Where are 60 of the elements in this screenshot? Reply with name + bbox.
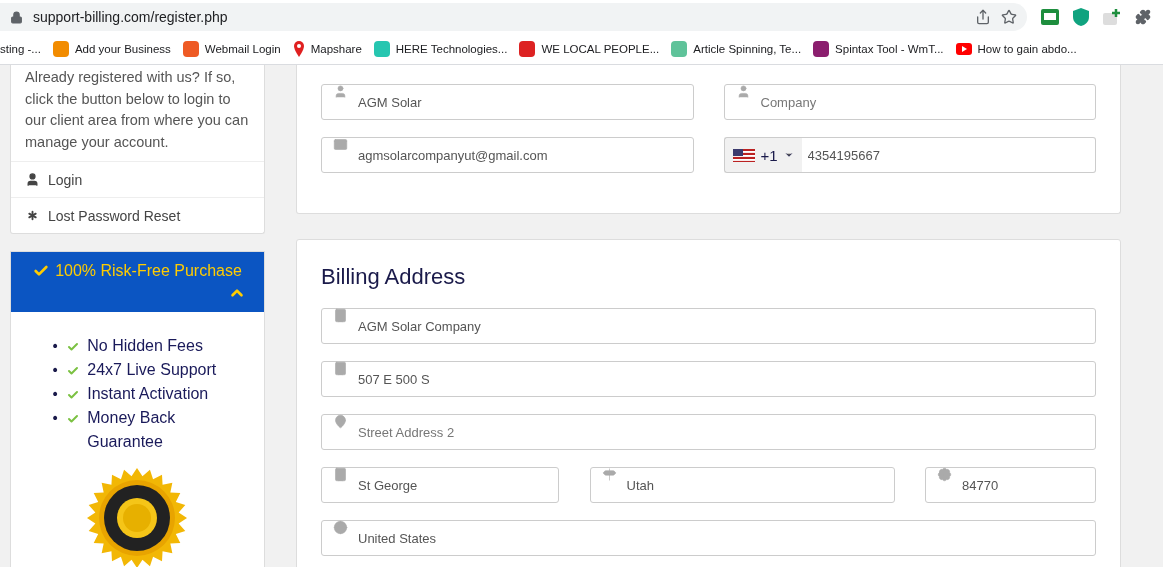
input-field[interactable]: St George <box>321 467 559 503</box>
section-title: Billing Address <box>321 264 467 290</box>
input-field[interactable]: Company <box>723 84 1096 120</box>
bookmark[interactable]: How to gain abdo... <box>955 43 1077 55</box>
bookmark-icon <box>373 41 390 57</box>
check-icon <box>67 365 80 377</box>
input-field[interactable]: agmsolarcompanyut@gmail.com <box>321 137 694 173</box>
sidebar-link[interactable]: Lost Password Reset <box>11 197 264 233</box>
feature-item: 24x7 Live Support <box>87 360 218 380</box>
bullet: • <box>51 385 60 404</box>
bookmark[interactable]: Mapshare <box>292 41 362 57</box>
bullet: • <box>51 409 60 428</box>
pin-icon <box>333 414 348 429</box>
sidebar-link[interactable]: Login <box>11 161 264 197</box>
bookmark-icon <box>52 41 69 57</box>
share-icon[interactable] <box>975 9 991 25</box>
extensions-icon[interactable] <box>1135 9 1151 25</box>
plus-icon[interactable] <box>1103 9 1121 25</box>
user-icon <box>735 84 751 99</box>
asterisk-icon <box>25 208 40 223</box>
bookmark-icon <box>519 41 536 57</box>
bullet: • <box>51 337 60 356</box>
input-field[interactable]: Utah <box>589 467 895 503</box>
bookmark-icon <box>813 41 830 57</box>
input-field[interactable]: United States <box>321 520 1096 556</box>
address-bar[interactable]: support-billing.com/register.php <box>0 3 1027 31</box>
check-icon <box>67 389 80 401</box>
input-field[interactable]: 84770 <box>925 467 1096 503</box>
bookmark[interactable]: Webmail Login <box>182 41 281 57</box>
input-field[interactable]: Street Address 2 <box>321 414 1096 450</box>
check-icon <box>33 263 50 279</box>
feature-item: Money Back Guarantee <box>87 408 177 452</box>
bookmark[interactable]: HERE Technologies... <box>373 41 508 57</box>
input-field[interactable]: AGM Solar <box>321 84 694 120</box>
check-icon <box>67 341 80 353</box>
bookmark[interactable]: WE LOCAL PEOPLE... <box>519 41 660 57</box>
bookmark[interactable]: Add your Business <box>52 41 171 57</box>
input-field[interactable]: AGM Solar Company <box>321 308 1096 344</box>
feature-item: No Hidden Fees <box>87 336 204 356</box>
check-icon <box>67 413 80 425</box>
play-icon <box>955 43 972 55</box>
input-field[interactable]: 507 E 500 S <box>321 361 1096 397</box>
bookmark[interactable]: sting -... <box>0 43 41 55</box>
user-icon <box>25 172 40 187</box>
bookmark[interactable]: Spintax Tool - WmT... <box>813 41 944 57</box>
pin-icon <box>292 41 305 57</box>
intro-text: Already registered with us? If so, click the button below to login to our client area from where you can manage your account. <box>24 68 250 152</box>
promo-title-text: 100% Risk-Free Purchase <box>55 262 242 280</box>
bullet: • <box>51 361 60 380</box>
bookmark-icon <box>671 41 688 57</box>
bookmark[interactable]: Article Spinning, Te... <box>671 41 802 57</box>
lock-icon <box>10 10 23 24</box>
extension-icon[interactable] <box>1041 9 1059 25</box>
feature-item: Instant Activation <box>87 384 210 404</box>
signpost-icon <box>601 467 617 482</box>
url-text: support-billing.com/register.php <box>33 9 229 25</box>
bookmark-icon <box>182 41 199 57</box>
star-icon[interactable] <box>1001 9 1017 25</box>
shield-icon[interactable] <box>1073 8 1089 26</box>
user-icon <box>333 84 348 99</box>
